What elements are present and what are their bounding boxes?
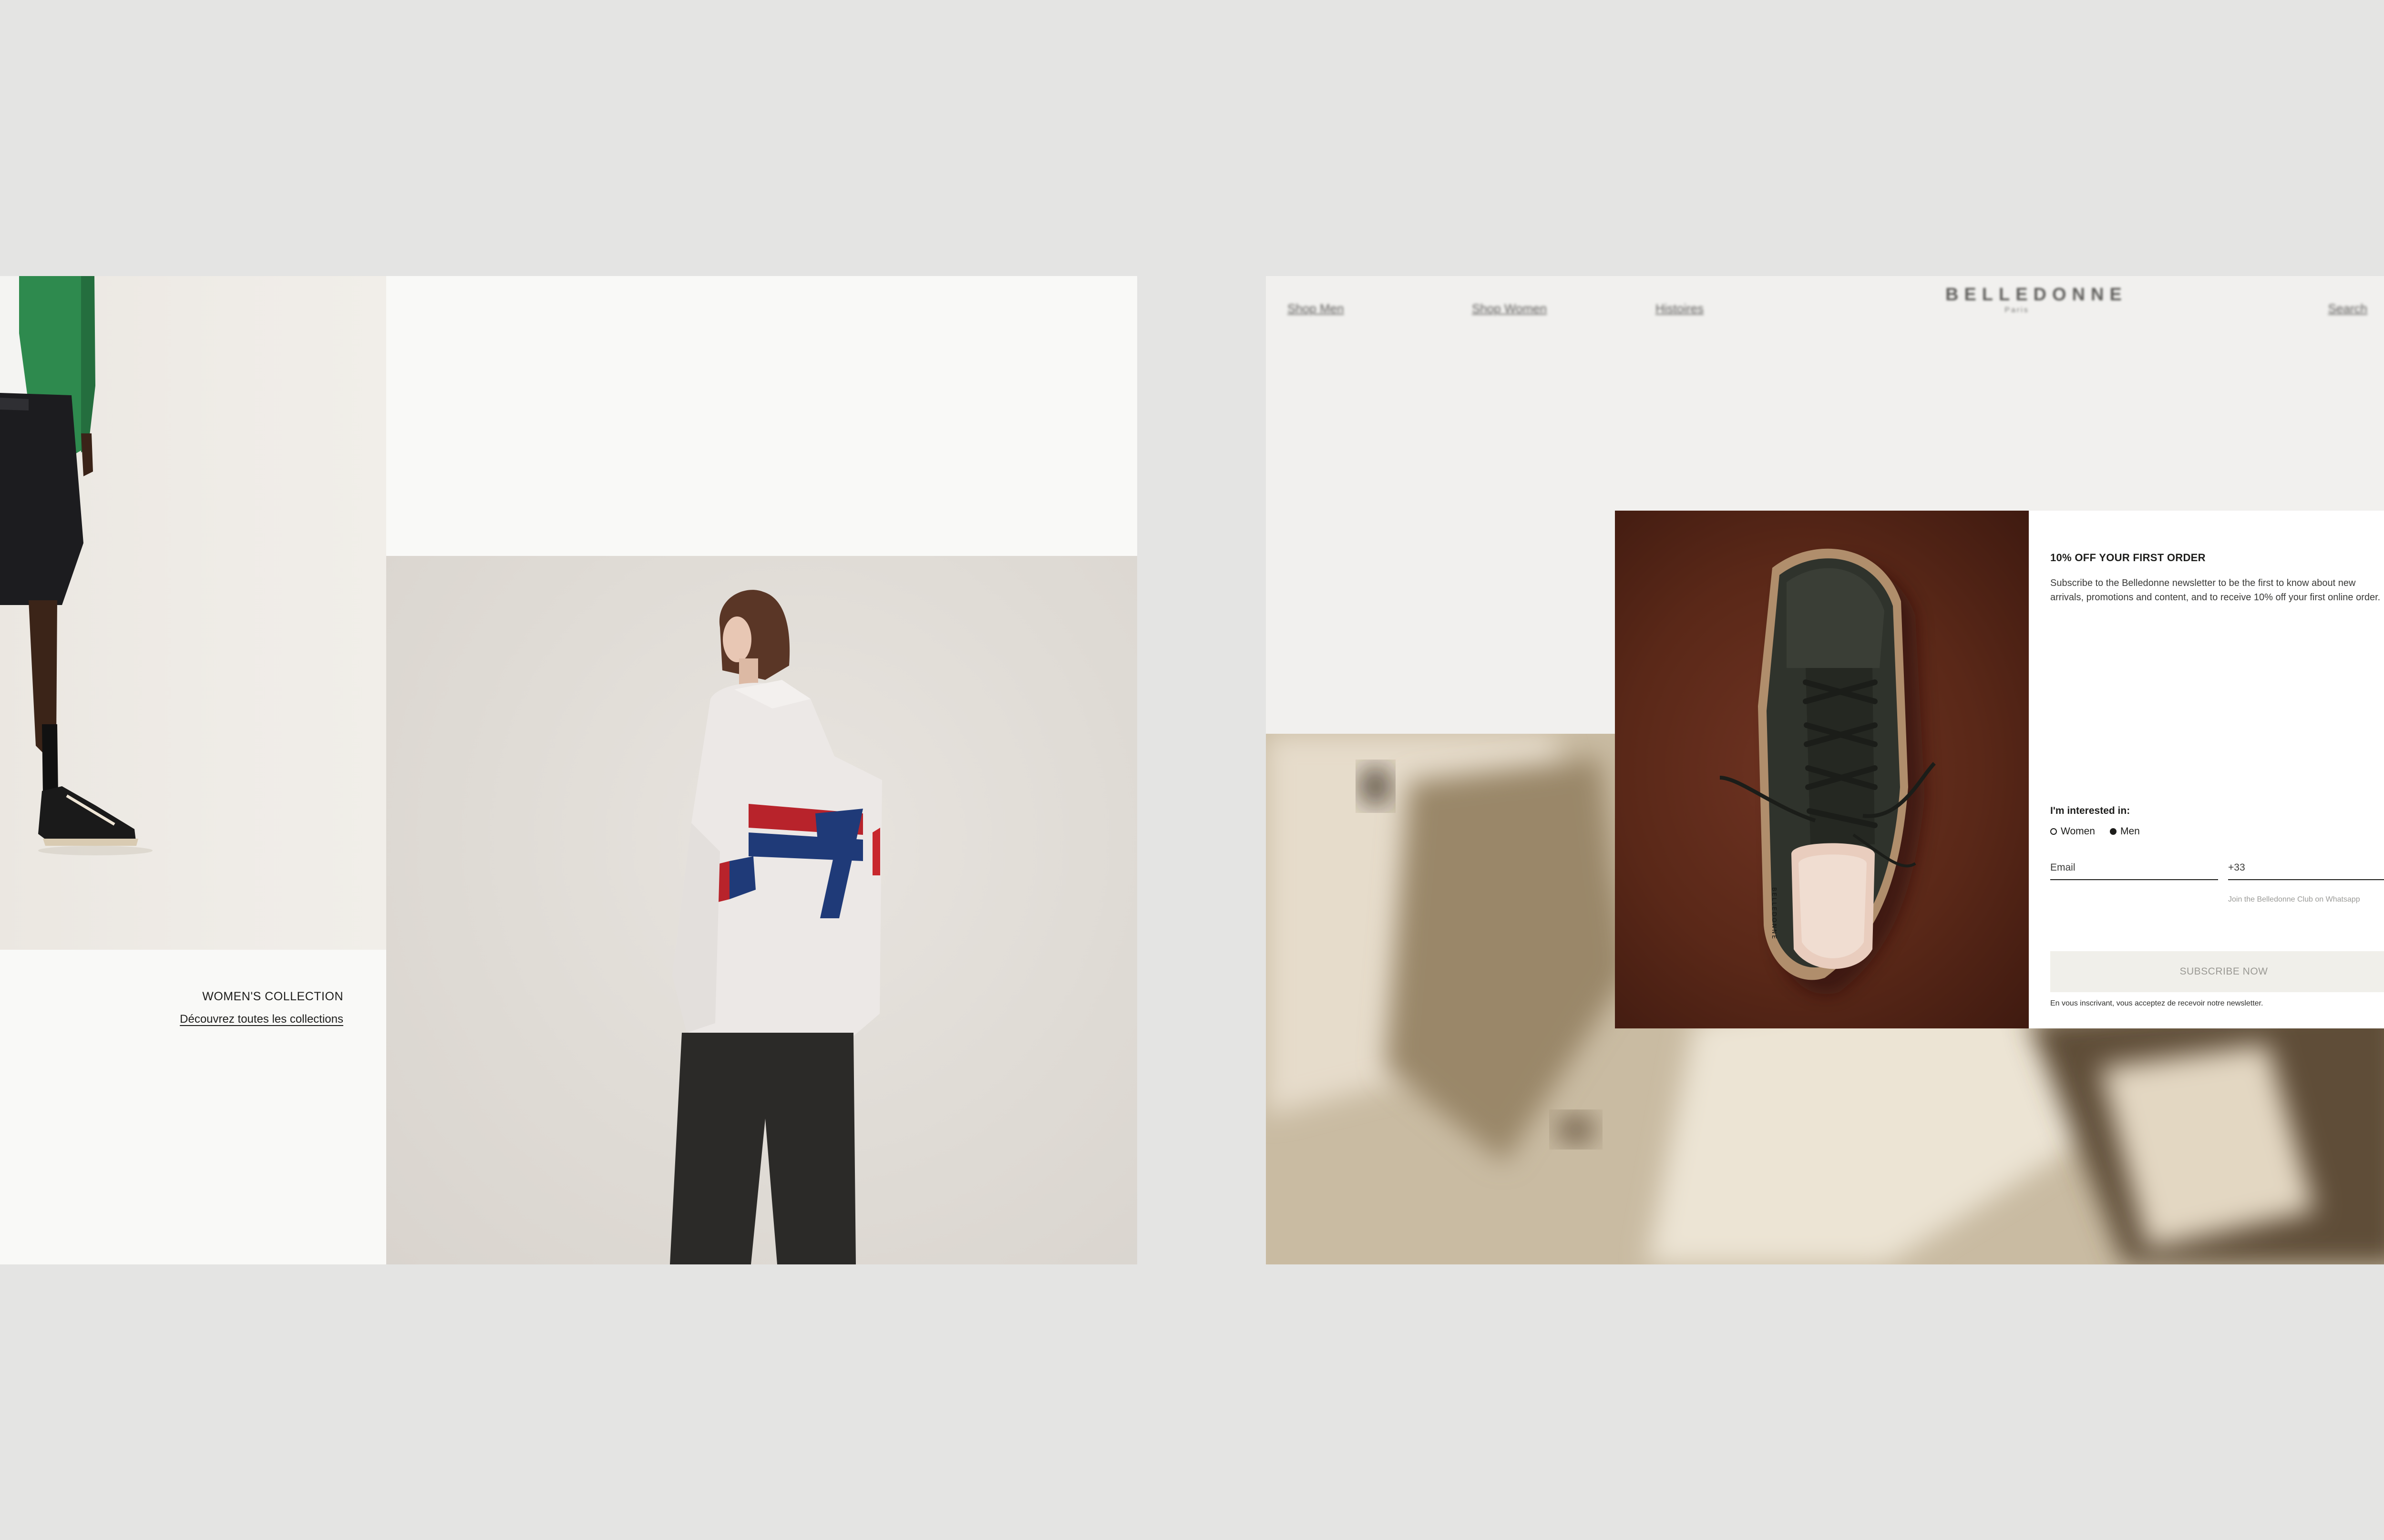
nav-shop-women[interactable]: Shop Women bbox=[1472, 301, 1547, 316]
newsletter-form: 10% OFF YOUR FIRST ORDER Subscribe to th… bbox=[2029, 511, 2384, 1028]
legal-notice: En vous inscrivant, vous acceptez de rec… bbox=[2050, 999, 2263, 1007]
blank-header-area bbox=[386, 276, 1137, 556]
phone-field[interactable]: +33 bbox=[2228, 862, 2384, 880]
radio-unselected-icon bbox=[2050, 828, 2057, 835]
modal-title: 10% OFF YOUR FIRST ORDER bbox=[2050, 552, 2206, 564]
nav-histoires[interactable]: Histoires bbox=[1655, 301, 1704, 316]
radio-men-label: Men bbox=[2120, 826, 2140, 837]
radio-selected-icon bbox=[2110, 828, 2117, 835]
collection-title: WOMEN'S COLLECTION bbox=[202, 990, 343, 1003]
whatsapp-hint: Join the Belledonne Club on Whatsapp bbox=[2228, 895, 2360, 903]
brand-sub: Paris bbox=[2004, 306, 2029, 314]
sneaker-photo: BELLEDONNE bbox=[1615, 511, 2029, 1028]
nav-search[interactable]: Search bbox=[2328, 301, 2367, 316]
collection-caption: WOMEN'S COLLECTION Découvrez toutes les … bbox=[0, 950, 386, 1264]
discover-collections-link[interactable]: Découvrez toutes les collections bbox=[180, 1013, 343, 1026]
left-page-screenshot: WOMEN'S COLLECTION Découvrez toutes les … bbox=[0, 276, 1137, 1264]
radio-women[interactable]: Women bbox=[2050, 826, 2095, 837]
nav-shop-men[interactable]: Shop Men bbox=[1287, 301, 1344, 316]
interest-label: I'm interested in: bbox=[2050, 805, 2130, 816]
mens-model-illustration bbox=[0, 276, 153, 855]
close-icon bbox=[2381, 530, 2384, 548]
womens-model-photo bbox=[386, 556, 1137, 1264]
shoe-brand-print: BELLEDONNE bbox=[1771, 887, 1778, 940]
radio-women-label: Women bbox=[2061, 826, 2095, 837]
subscribe-button[interactable]: SUBSCRIBE NOW bbox=[2050, 951, 2384, 992]
email-field[interactable]: Email bbox=[2050, 862, 2218, 880]
close-button[interactable] bbox=[2381, 530, 2384, 548]
womens-model-illustration bbox=[670, 590, 882, 1264]
radio-men[interactable]: Men bbox=[2110, 826, 2140, 837]
modal-description: Subscribe to the Belledonne newsletter t… bbox=[2050, 578, 2381, 603]
brand-logo[interactable]: BELLEDONNE Paris bbox=[1945, 285, 2127, 315]
brand-name: BELLEDONNE bbox=[1945, 285, 2127, 305]
newsletter-modal: BELLEDONNE 10% OFF YOUR FIRST ORDER Subs… bbox=[1615, 511, 2384, 1028]
mens-model-photo bbox=[0, 276, 386, 950]
sneaker-illustration: BELLEDONNE bbox=[1719, 548, 1936, 995]
